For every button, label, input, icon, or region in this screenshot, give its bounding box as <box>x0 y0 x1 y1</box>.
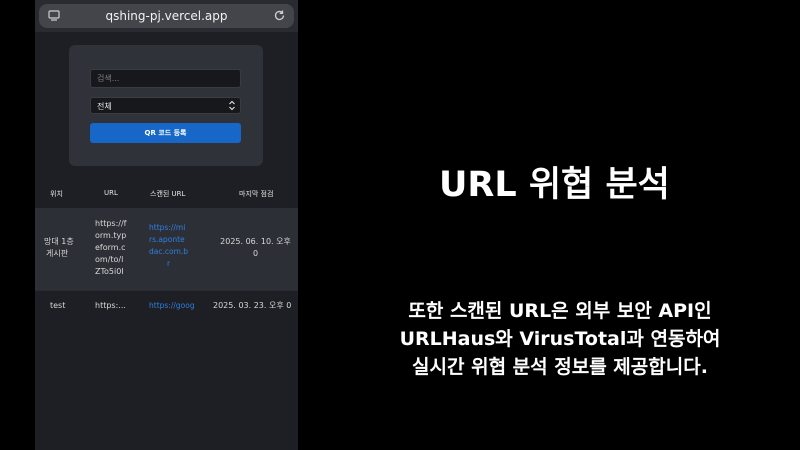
row1-location: 망대 1층 게시판 <box>44 236 74 260</box>
row1-url-line: om/to/l <box>95 255 124 264</box>
row2-last-check: 2025. 03. 23. 오후 0 <box>213 301 292 310</box>
row1-scanned-line: https://mi <box>149 223 186 232</box>
url-text: qshing-pj.vercel.app <box>105 9 228 23</box>
row1-url: https://f orm.typ eform.c om/to/l ZTo5i0… <box>95 218 127 278</box>
row1-scanned-url-link[interactable]: https://mi rs.aponte dac.com.b r <box>149 222 188 270</box>
filter-selected-value: 전체 <box>97 102 112 111</box>
row1-scanned-line: dac.com.b <box>149 247 189 256</box>
phone-screen: qshing-pj.vercel.app 전체 QR 코드 등록 위치 URL … <box>35 0 298 450</box>
header-url: URL <box>104 189 118 197</box>
row1-location-line: 게시판 <box>46 249 69 258</box>
row2-location: test <box>50 301 66 310</box>
caption-body: 또한 스캔된 URL은 외부 보안 API인 URLHaus와 VirusTot… <box>360 297 760 381</box>
header-location: 위치 <box>50 190 63 198</box>
caption-line: 또한 스캔된 URL은 외부 보안 API인 <box>408 300 712 322</box>
row1-url-line: orm.typ <box>95 231 127 240</box>
url-field[interactable]: qshing-pj.vercel.app <box>39 4 294 28</box>
search-panel: 전체 QR 코드 등록 <box>69 45 263 166</box>
row1-last-check: 2025. 06. 10. 오후 0 <box>213 236 298 260</box>
qr-register-button[interactable]: QR 코드 등록 <box>90 123 241 143</box>
browser-address-bar: qshing-pj.vercel.app <box>35 0 298 32</box>
row1-last-check-line: 2025. 06. 10. 오후 <box>220 237 291 246</box>
row1-location-line: 망대 1층 <box>44 237 74 246</box>
header-scanned-url: 스캔된 URL <box>150 190 186 198</box>
row1-url-line: https://f <box>95 219 127 228</box>
row1-url-line: eform.c <box>95 243 126 252</box>
header-last-check: 마지막 점검 <box>239 190 274 198</box>
search-input[interactable] <box>90 69 241 88</box>
row2-url: https:... <box>95 301 126 310</box>
caption-title: URL 위협 분석 <box>439 165 670 205</box>
row1-last-check-line: 0 <box>252 249 259 258</box>
row1-scanned-line: r <box>167 259 171 268</box>
row1-url-line: ZTo5i0I <box>95 267 124 276</box>
row2-scanned-url-link[interactable]: https://goog <box>149 300 195 312</box>
filter-select[interactable]: 전체 <box>90 97 241 114</box>
chevron-updown-icon <box>229 100 235 111</box>
caption-line: URLHaus와 VirusTotal과 연동하여 <box>399 328 721 350</box>
caption-line: 실시간 위협 분석 정보를 제공합니다. <box>412 356 708 378</box>
reload-icon[interactable] <box>273 9 286 22</box>
row1-scanned-line: rs.aponte <box>149 235 185 244</box>
